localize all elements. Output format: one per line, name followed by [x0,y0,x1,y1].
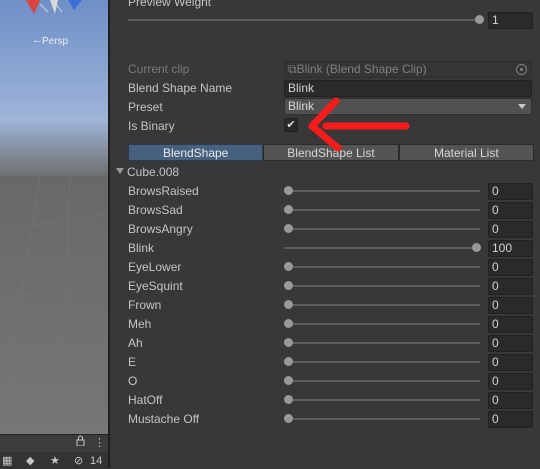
blend-shape-label: E [128,355,137,369]
blend-shape-value-field[interactable]: 0 [488,259,533,276]
kebab-menu-icon[interactable]: ⋮ [94,435,105,451]
blend-shape-value-field[interactable]: 0 [488,202,533,219]
blend-shape-value-field[interactable]: 0 [488,183,533,200]
blend-shape-value-field[interactable]: 0 [488,316,533,333]
orientation-gizmo[interactable] [26,0,82,14]
blend-shape-name-label: Blend Shape Name [128,81,233,95]
blend-shape-slider-knob[interactable] [284,205,293,214]
blend-shape-slider-track[interactable] [284,209,480,211]
blend-shape-slider-track[interactable] [284,247,480,249]
scene-footer: ⋮ ▦ ◆ ★ ⊘ 14 [0,434,108,469]
blend-shape-slider-track[interactable] [284,285,480,287]
blend-shape-label: Meh [128,317,152,331]
blend-shape-slider-track[interactable] [284,380,480,382]
scene-grid [0,0,108,434]
preview-weight-label: Preview Weight [128,0,212,9]
lock-icon[interactable] [76,435,85,451]
blend-shape-value-field[interactable]: 0 [488,278,533,295]
blend-shape-slider-track[interactable] [284,266,480,268]
scene-view[interactable]: Persp ← [0,0,108,434]
hidden-eye-icon[interactable]: ⊘ [74,453,83,469]
blend-shape-name-input[interactable]: Blink [284,80,532,97]
is-binary-checkbox[interactable]: ✔ [284,118,298,132]
blend-shape-slider-track[interactable] [284,190,480,192]
blend-shape-slider-track[interactable] [284,342,480,344]
blend-shape-slider-knob[interactable] [284,319,293,328]
foldout-arrow-icon[interactable] [116,168,124,174]
scene-footer-status: ▦ ◆ ★ ⊘ 14 [0,452,108,469]
blend-shape-value-field[interactable]: 0 [488,221,533,238]
blend-shape-value-field[interactable]: 0 [488,411,533,428]
blend-shape-slider-knob[interactable] [284,186,293,195]
blend-shape-label: Mustache Off [128,412,200,426]
tab-blendshape[interactable]: BlendShape [128,144,264,161]
blend-shape-slider-track[interactable] [284,323,480,325]
current-clip-label: Current clip [128,62,190,76]
blend-shape-slider-knob[interactable] [284,262,293,271]
gizmo-back-arrow-icon: ← [32,34,43,46]
blend-shape-slider-knob[interactable] [284,395,293,404]
blend-shape-slider-track[interactable] [284,418,480,420]
blend-shape-slider-knob[interactable] [284,281,293,290]
layers-icon[interactable]: ▦ [2,453,12,469]
blend-shape-slider-knob[interactable] [284,300,293,309]
chevron-down-icon [518,104,526,109]
current-clip-value: ⧉Blink (Blend Shape Clip) [288,62,427,76]
blend-shape-label: O [128,374,138,388]
blend-shape-label: Frown [128,298,162,312]
preview-weight-slider[interactable] [128,15,484,25]
object-picker-icon[interactable] [516,64,527,75]
star-icon[interactable]: ★ [50,453,60,469]
foldout-label[interactable]: Cube.008 [127,165,179,179]
blend-shape-label: HatOff [128,393,163,407]
preset-value: Blink [288,99,315,113]
blend-shape-label: BrowsRaised [128,184,199,198]
blend-shape-slider-knob[interactable] [284,414,293,423]
blend-shape-value-field[interactable]: 0 [488,373,533,390]
blend-shape-label: BrowsSad [128,203,183,217]
blend-shape-label: EyeLower [128,260,182,274]
current-clip-field: ⧉Blink (Blend Shape Clip) [284,61,532,78]
blend-shape-slider-track[interactable] [284,361,480,363]
is-binary-label: Is Binary [128,119,175,133]
blend-shape-slider-knob[interactable] [284,357,293,366]
blend-shape-label: Blink [128,241,155,255]
blend-shape-value-field[interactable]: 0 [488,354,533,371]
preview-weight-track[interactable] [128,19,480,21]
blendshape-inspector: Preview Weight 1 Current clip ⧉Blink (Bl… [110,0,540,468]
tag-icon[interactable]: ◆ [26,453,34,469]
blend-shape-slider-knob[interactable] [284,224,293,233]
preview-weight-knob[interactable] [475,15,484,24]
blend-shape-value-field[interactable]: 0 [488,392,533,409]
blend-shape-slider-knob[interactable] [284,376,293,385]
blend-shape-slider-track[interactable] [284,228,480,230]
preview-weight-value[interactable]: 1 [488,12,533,29]
blend-shape-value-field[interactable]: 100 [488,240,533,257]
blend-shape-label: Ah [128,336,143,350]
blend-shape-slider-knob[interactable] [284,338,293,347]
blend-shape-value-field[interactable]: 0 [488,297,533,314]
preset-label: Preset [128,100,163,114]
inspector-tabs: BlendShape BlendShape List Material List [128,144,534,161]
gizmo-persp-label[interactable]: Persp [42,36,68,47]
scene-footer-toolbar: ⋮ [0,435,108,451]
tab-material-list[interactable]: Material List [398,144,534,161]
tab-blendshape-list[interactable]: BlendShape List [263,144,399,161]
blend-shape-label: EyeSquint [128,279,183,293]
blend-shape-slider-knob[interactable] [472,243,481,252]
blend-shape-slider-track[interactable] [284,304,480,306]
blend-shape-slider-track[interactable] [284,399,480,401]
hidden-count: 14 [90,455,103,467]
blend-shape-value-field[interactable]: 0 [488,335,533,352]
preset-dropdown[interactable]: Blink [284,98,532,115]
blend-shape-label: BrowsAngry [128,222,193,236]
